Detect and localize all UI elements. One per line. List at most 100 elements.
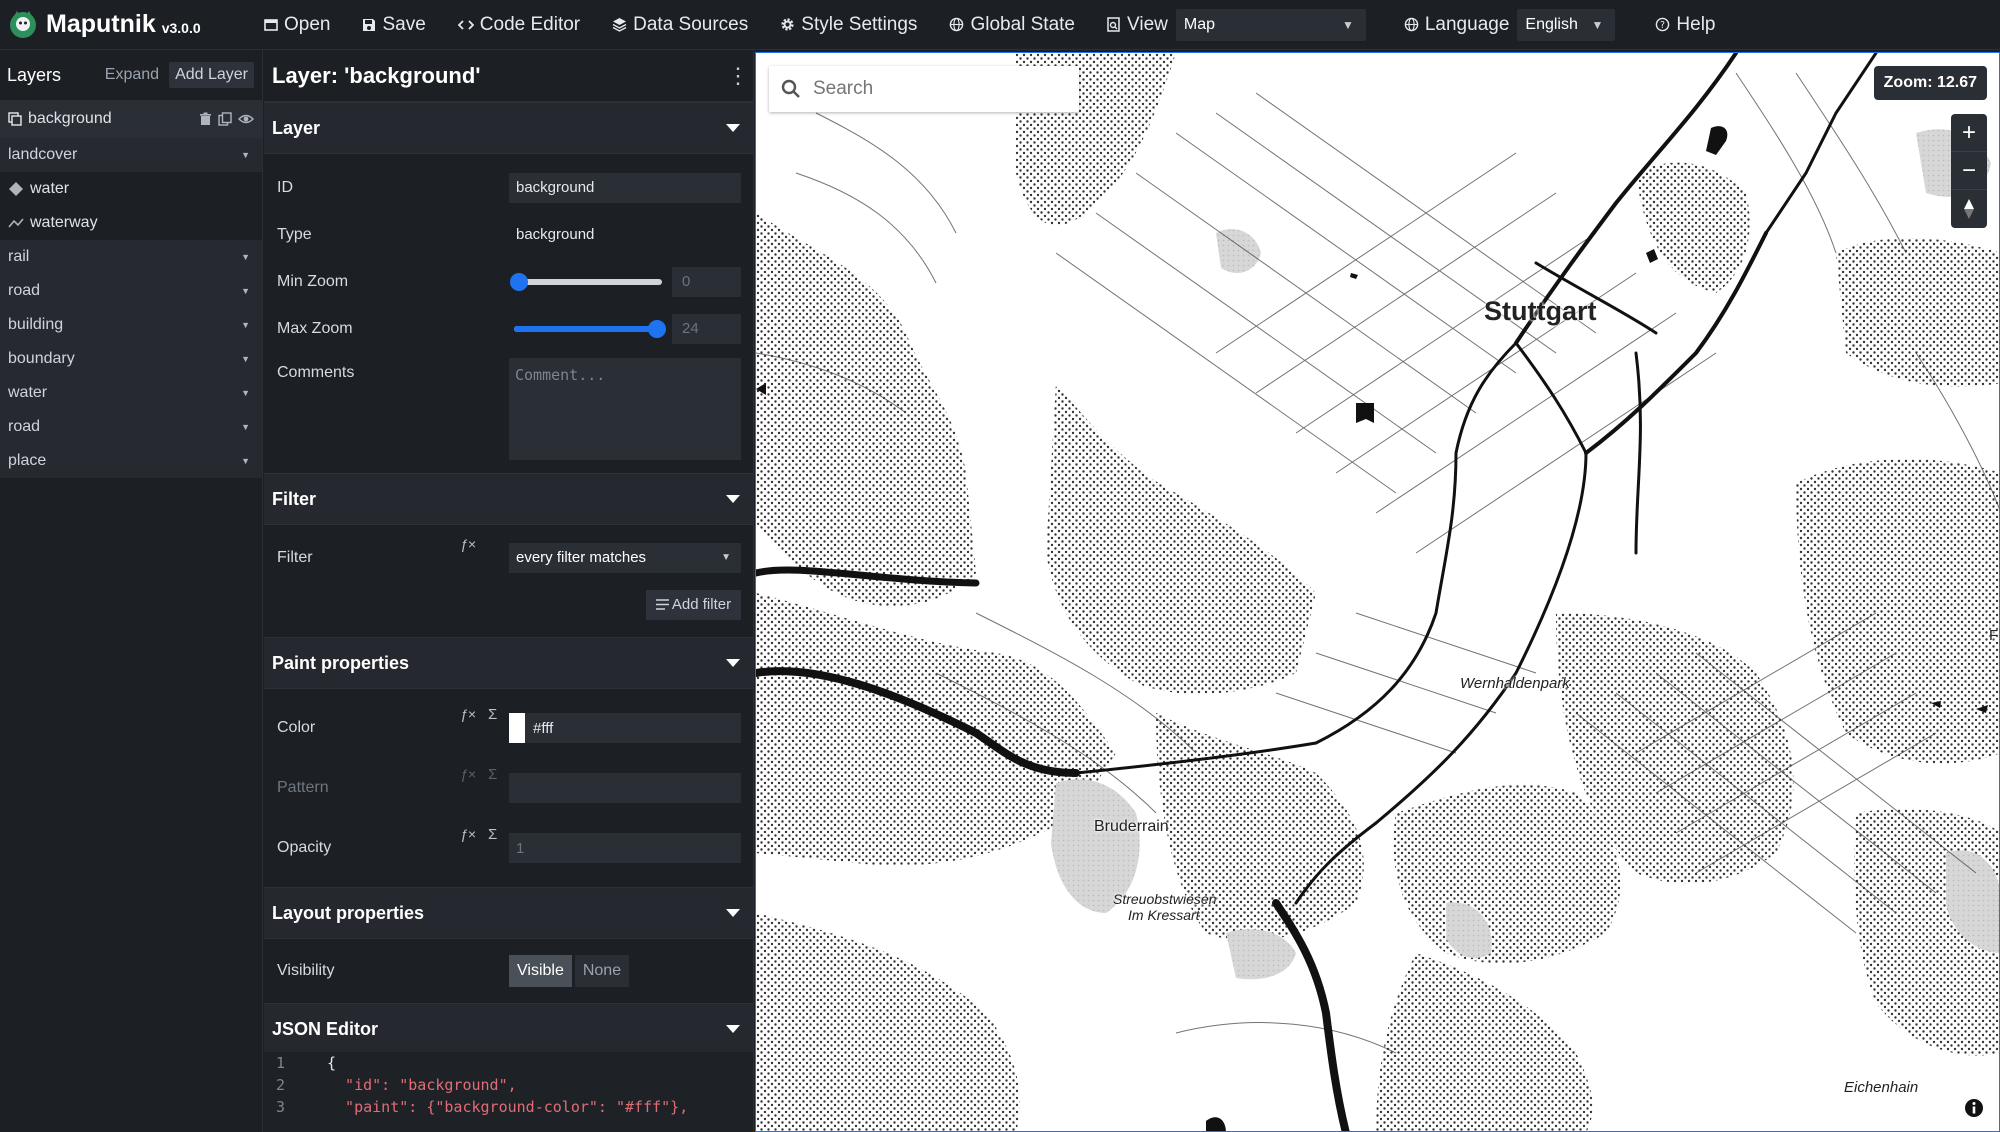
max-zoom-input[interactable]: 24	[672, 313, 741, 344]
layer-item-label: waterway	[30, 214, 98, 231]
min-zoom-slider[interactable]	[510, 272, 662, 291]
min-zoom-input[interactable]: 0	[672, 266, 741, 297]
global-state-button[interactable]: Global State	[949, 14, 1075, 36]
zoom-out-button[interactable]: −	[1951, 152, 1987, 190]
paint-section-header[interactable]: Paint properties	[264, 637, 753, 689]
min-zoom-label: Min Zoom	[277, 272, 349, 290]
zoom-in-button[interactable]: +	[1951, 114, 1987, 152]
type-label: Type	[277, 225, 312, 243]
view-select-value: Map	[1183, 15, 1215, 33]
json-code-editor[interactable]: 1 { 2 "id": "background", 3 "paint": {"b…	[264, 1052, 753, 1132]
layer-item-label: water	[30, 180, 70, 197]
collapse-icon	[713, 495, 753, 503]
attribution-info-button[interactable]	[1961, 1095, 1987, 1121]
layer-item-waterway[interactable]: waterway	[0, 206, 262, 240]
layout-section-header[interactable]: Layout properties	[264, 887, 753, 939]
trash-icon[interactable]	[199, 112, 212, 126]
expression-icon[interactable]: Σ	[488, 826, 497, 843]
max-zoom-slider-thumb[interactable]	[648, 319, 666, 338]
more-menu-icon[interactable]: ⋮	[723, 63, 753, 89]
comments-label: Comments	[277, 364, 355, 381]
layer-group-label: building	[8, 316, 64, 333]
opacity-label: Opacity	[277, 839, 332, 856]
layer-group-landcover[interactable]: landcover ▼	[0, 138, 262, 172]
code-line: 2 "id": "background",	[264, 1074, 753, 1096]
maputnik-logo-icon	[10, 10, 36, 38]
comments-row: Comments Comment...	[264, 352, 753, 467]
layers-panel: Layers Expand Add Layer background landc…	[0, 50, 263, 1132]
layer-group-building[interactable]: building ▼	[0, 308, 262, 342]
app-version: v3.0.0	[161, 19, 201, 36]
view-select[interactable]: Map ▼	[1175, 8, 1366, 41]
function-icon[interactable]: ƒ×	[460, 706, 476, 722]
function-icon[interactable]: ƒ×	[460, 536, 476, 552]
color-input[interactable]: #fff	[509, 713, 741, 743]
opacity-input[interactable]: 1	[509, 833, 741, 863]
color-row: Color ƒ× Σ #fff	[264, 698, 753, 758]
layer-editor: Layer: 'background' ⋮ Layer ID backgroun…	[264, 50, 754, 1132]
expression-icon[interactable]: Σ	[488, 706, 497, 723]
language-select[interactable]: English ▼	[1517, 8, 1616, 41]
layers-stack-icon	[612, 18, 627, 32]
style-settings-button[interactable]: Style Settings	[780, 14, 917, 36]
layer-item-background[interactable]: background	[0, 100, 262, 138]
add-layer-button[interactable]: Add Layer	[169, 62, 254, 88]
line-number: 2	[276, 1076, 286, 1094]
function-icon[interactable]: ƒ×	[460, 826, 476, 842]
language-label-group: Language	[1404, 14, 1509, 36]
help-icon: ?	[1656, 17, 1670, 32]
info-icon	[1965, 1099, 1983, 1117]
chevron-down-icon: ▼	[241, 388, 250, 398]
none-option[interactable]: None	[574, 955, 630, 987]
layer-group-water[interactable]: water ▼	[0, 376, 262, 410]
visibility-label: Visibility	[277, 962, 335, 979]
layer-group-boundary[interactable]: boundary ▼	[0, 342, 262, 376]
compass-icon	[1964, 199, 1974, 219]
globe-icon	[950, 17, 964, 32]
function-icon[interactable]: ƒ×	[460, 766, 476, 782]
open-button[interactable]: Open	[264, 14, 330, 36]
code-line: 3 "paint": {"background-color": "#fff"},	[264, 1096, 753, 1118]
help-button[interactable]: ? Help	[1655, 14, 1715, 36]
save-icon	[363, 18, 376, 31]
duplicate-icon[interactable]	[218, 112, 232, 126]
color-swatch[interactable]	[509, 713, 525, 743]
map-search-box[interactable]	[769, 66, 1079, 112]
global-state-label: Global State	[970, 13, 1076, 35]
json-section-header[interactable]: JSON Editor	[264, 1003, 753, 1055]
code-line: 1 {	[264, 1052, 753, 1074]
layer-group-label: road	[8, 418, 41, 435]
comments-textarea[interactable]: Comment...	[509, 358, 741, 460]
layer-group-rail[interactable]: rail ▼	[0, 240, 262, 274]
max-zoom-slider[interactable]	[514, 319, 666, 338]
add-filter-button[interactable]: Add filter	[646, 589, 741, 620]
id-row: ID background	[264, 164, 753, 211]
layer-group-place[interactable]: place ▼	[0, 444, 262, 478]
filter-section-header[interactable]: Filter	[264, 473, 753, 525]
compass-button[interactable]	[1951, 190, 1987, 228]
layer-item-water[interactable]: water	[0, 172, 262, 206]
visible-option[interactable]: Visible	[509, 955, 572, 987]
data-sources-button[interactable]: Data Sources	[612, 14, 748, 36]
code-editor-button[interactable]: Code Editor	[457, 14, 580, 36]
filter-select[interactable]: every filter matches ▼	[509, 542, 741, 573]
collapse-icon	[713, 124, 753, 132]
layer-actions	[199, 112, 254, 126]
data-sources-label: Data Sources	[633, 13, 749, 35]
eye-icon[interactable]	[238, 112, 254, 126]
layer-group-label: rail	[8, 248, 30, 265]
save-button[interactable]: Save	[362, 14, 426, 36]
layer-section-header[interactable]: Layer	[264, 102, 753, 154]
map-canvas[interactable]	[756, 53, 2000, 1132]
min-zoom-slider-thumb[interactable]	[510, 272, 528, 291]
pattern-input[interactable]	[509, 773, 741, 803]
expression-icon[interactable]: Σ	[488, 766, 497, 783]
layer-group-road[interactable]: road ▼	[0, 274, 262, 308]
gear-icon	[781, 18, 794, 31]
expand-button[interactable]: Expand	[105, 66, 159, 84]
map-view[interactable]: Stuttgart Wernhaldenpark Bruderrain Stre…	[755, 52, 2000, 1132]
search-input[interactable]	[813, 78, 1053, 100]
max-zoom-slider-fill	[514, 325, 662, 332]
layer-group-road-2[interactable]: road ▼	[0, 410, 262, 444]
id-input[interactable]: background	[509, 172, 741, 203]
